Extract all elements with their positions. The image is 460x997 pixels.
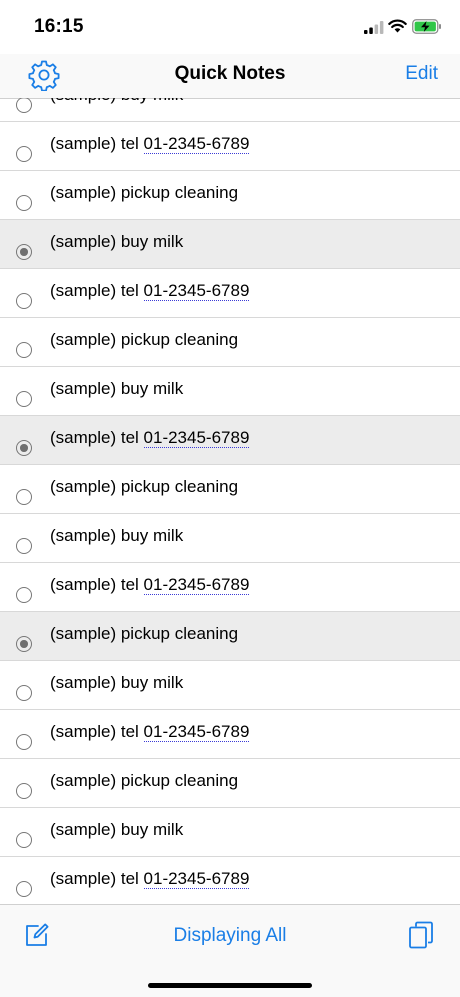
- note-label: (sample) buy milk: [50, 379, 184, 398]
- note-label: (sample) buy milk: [50, 526, 184, 545]
- radio-unchecked-icon[interactable]: [16, 489, 32, 505]
- note-label: (sample) buy milk: [50, 820, 184, 839]
- note-row[interactable]: (sample) buy milk: [0, 661, 460, 710]
- note-row[interactable]: (sample) buy milk: [0, 367, 460, 416]
- phone-link[interactable]: 01-2345-6789: [143, 722, 250, 742]
- note-text: (sample) buy milk: [50, 379, 183, 399]
- note-row[interactable]: (sample) pickup cleaning: [0, 318, 460, 367]
- note-label: (sample) buy milk: [50, 673, 184, 692]
- note-text: (sample) buy milk: [50, 232, 183, 252]
- note-row[interactable]: (sample) buy milk: [0, 514, 460, 563]
- note-text: (sample) pickup cleaning: [50, 477, 238, 497]
- radio-unchecked-icon[interactable]: [16, 734, 32, 750]
- note-text: (sample) pickup cleaning: [50, 771, 238, 791]
- bottom-toolbar: Displaying All: [0, 904, 460, 997]
- note-label: (sample) pickup cleaning: [50, 183, 239, 202]
- note-text: (sample) buy milk: [50, 526, 183, 546]
- note-row[interactable]: (sample) tel 01-2345-6789: [0, 563, 460, 612]
- radio-unchecked-icon[interactable]: [16, 881, 32, 897]
- radio-unchecked-icon[interactable]: [16, 685, 32, 701]
- home-indicator: [148, 983, 312, 988]
- note-label: (sample) pickup cleaning: [50, 624, 239, 643]
- note-label: (sample) tel: [50, 428, 144, 447]
- radio-unchecked-icon[interactable]: [16, 146, 32, 162]
- battery-charging-icon: [412, 19, 441, 34]
- note-row[interactable]: (sample) tel 01-2345-6789: [0, 269, 460, 318]
- note-row[interactable]: (sample) pickup cleaning: [0, 759, 460, 808]
- display-filter-button: Displaying All: [0, 925, 460, 947]
- note-row[interactable]: (sample) pickup cleaning: [0, 465, 460, 514]
- note-label: (sample) tel: [50, 281, 144, 300]
- status-bar: 16:15: [0, 0, 460, 54]
- radio-unchecked-icon[interactable]: [16, 587, 32, 603]
- status-time: 16:15: [34, 16, 84, 37]
- radio-dot: [20, 444, 28, 452]
- note-text: (sample) tel 01-2345-6789: [50, 281, 250, 301]
- radio-unchecked-icon[interactable]: [16, 783, 32, 799]
- page-title: Quick Notes: [174, 63, 286, 84]
- note-label: (sample) tel: [50, 722, 144, 741]
- note-label: (sample) tel: [50, 575, 144, 594]
- note-row[interactable]: (sample) tel 01-2345-6789: [0, 122, 460, 171]
- radio-checked-icon[interactable]: [16, 636, 32, 652]
- radio-checked-icon[interactable]: [16, 244, 32, 260]
- note-text: (sample) tel 01-2345-6789: [50, 869, 250, 889]
- wifi-icon: [388, 19, 407, 33]
- note-row[interactable]: (sample) buy milk: [0, 808, 460, 857]
- note-row[interactable]: (sample) tel 01-2345-6789: [0, 416, 460, 465]
- note-text: (sample) tel 01-2345-6789: [50, 428, 250, 448]
- cellular-signal-icon: [364, 21, 384, 34]
- notes-list-content: (sample) buy milk (sample) tel 01-2345-67…: [0, 98, 460, 904]
- radio-unchecked-icon[interactable]: [16, 293, 32, 309]
- radio-unchecked-icon[interactable]: [16, 391, 32, 407]
- note-text: (sample) buy milk: [50, 820, 183, 840]
- note-row[interactable]: (sample) tel 01-2345-6789: [0, 857, 460, 904]
- phone-link[interactable]: 01-2345-6789: [143, 428, 250, 448]
- note-text: (sample) buy milk: [50, 98, 183, 105]
- phone-link[interactable]: 01-2345-6789: [143, 869, 250, 889]
- note-row[interactable]: (sample) pickup cleaning: [0, 612, 460, 661]
- note-label: (sample) pickup cleaning: [50, 771, 239, 790]
- radio-unchecked-icon[interactable]: [16, 538, 32, 554]
- note-row[interactable]: (sample) tel 01-2345-6789: [0, 710, 460, 759]
- edit-button[interactable]: Edit: [405, 63, 438, 85]
- radio-checked-icon[interactable]: [16, 440, 32, 456]
- radio-unchecked-icon[interactable]: [16, 98, 32, 113]
- phone-link[interactable]: 01-2345-6789: [143, 281, 250, 301]
- phone-link[interactable]: 01-2345-6789: [143, 575, 250, 595]
- note-row[interactable]: (sample) buy milk: [0, 98, 460, 122]
- navigation-bar: Quick Notes Edit: [0, 54, 460, 99]
- note-row[interactable]: (sample) pickup cleaning: [0, 171, 460, 220]
- phone-link[interactable]: 01-2345-6789: [143, 134, 250, 154]
- display-filter-label[interactable]: Displaying All: [174, 925, 287, 946]
- note-label: (sample) tel: [50, 869, 144, 888]
- note-label: (sample) tel: [50, 134, 144, 153]
- radio-dot: [20, 640, 28, 648]
- notes-list[interactable]: (sample) buy milk (sample) tel 01-2345-67…: [0, 98, 460, 904]
- note-text: (sample) pickup cleaning: [50, 183, 238, 203]
- note-label: (sample) pickup cleaning: [50, 330, 239, 349]
- note-text: (sample) pickup cleaning: [50, 624, 238, 644]
- note-text: (sample) pickup cleaning: [50, 330, 238, 350]
- radio-dot: [20, 248, 28, 256]
- note-label: (sample) pickup cleaning: [50, 477, 239, 496]
- note-label: (sample) buy milk: [50, 98, 183, 104]
- radio-unchecked-icon[interactable]: [16, 832, 32, 848]
- copy-icon[interactable]: [408, 921, 434, 949]
- radio-unchecked-icon[interactable]: [16, 342, 32, 358]
- note-text: (sample) buy milk: [50, 673, 183, 693]
- note-row[interactable]: (sample) buy milk: [0, 220, 460, 269]
- radio-unchecked-icon[interactable]: [16, 195, 32, 211]
- note-text: (sample) tel 01-2345-6789: [50, 575, 250, 595]
- note-text: (sample) tel 01-2345-6789: [50, 134, 250, 154]
- note-text: (sample) tel 01-2345-6789: [50, 722, 250, 742]
- note-label: (sample) buy milk: [50, 232, 184, 251]
